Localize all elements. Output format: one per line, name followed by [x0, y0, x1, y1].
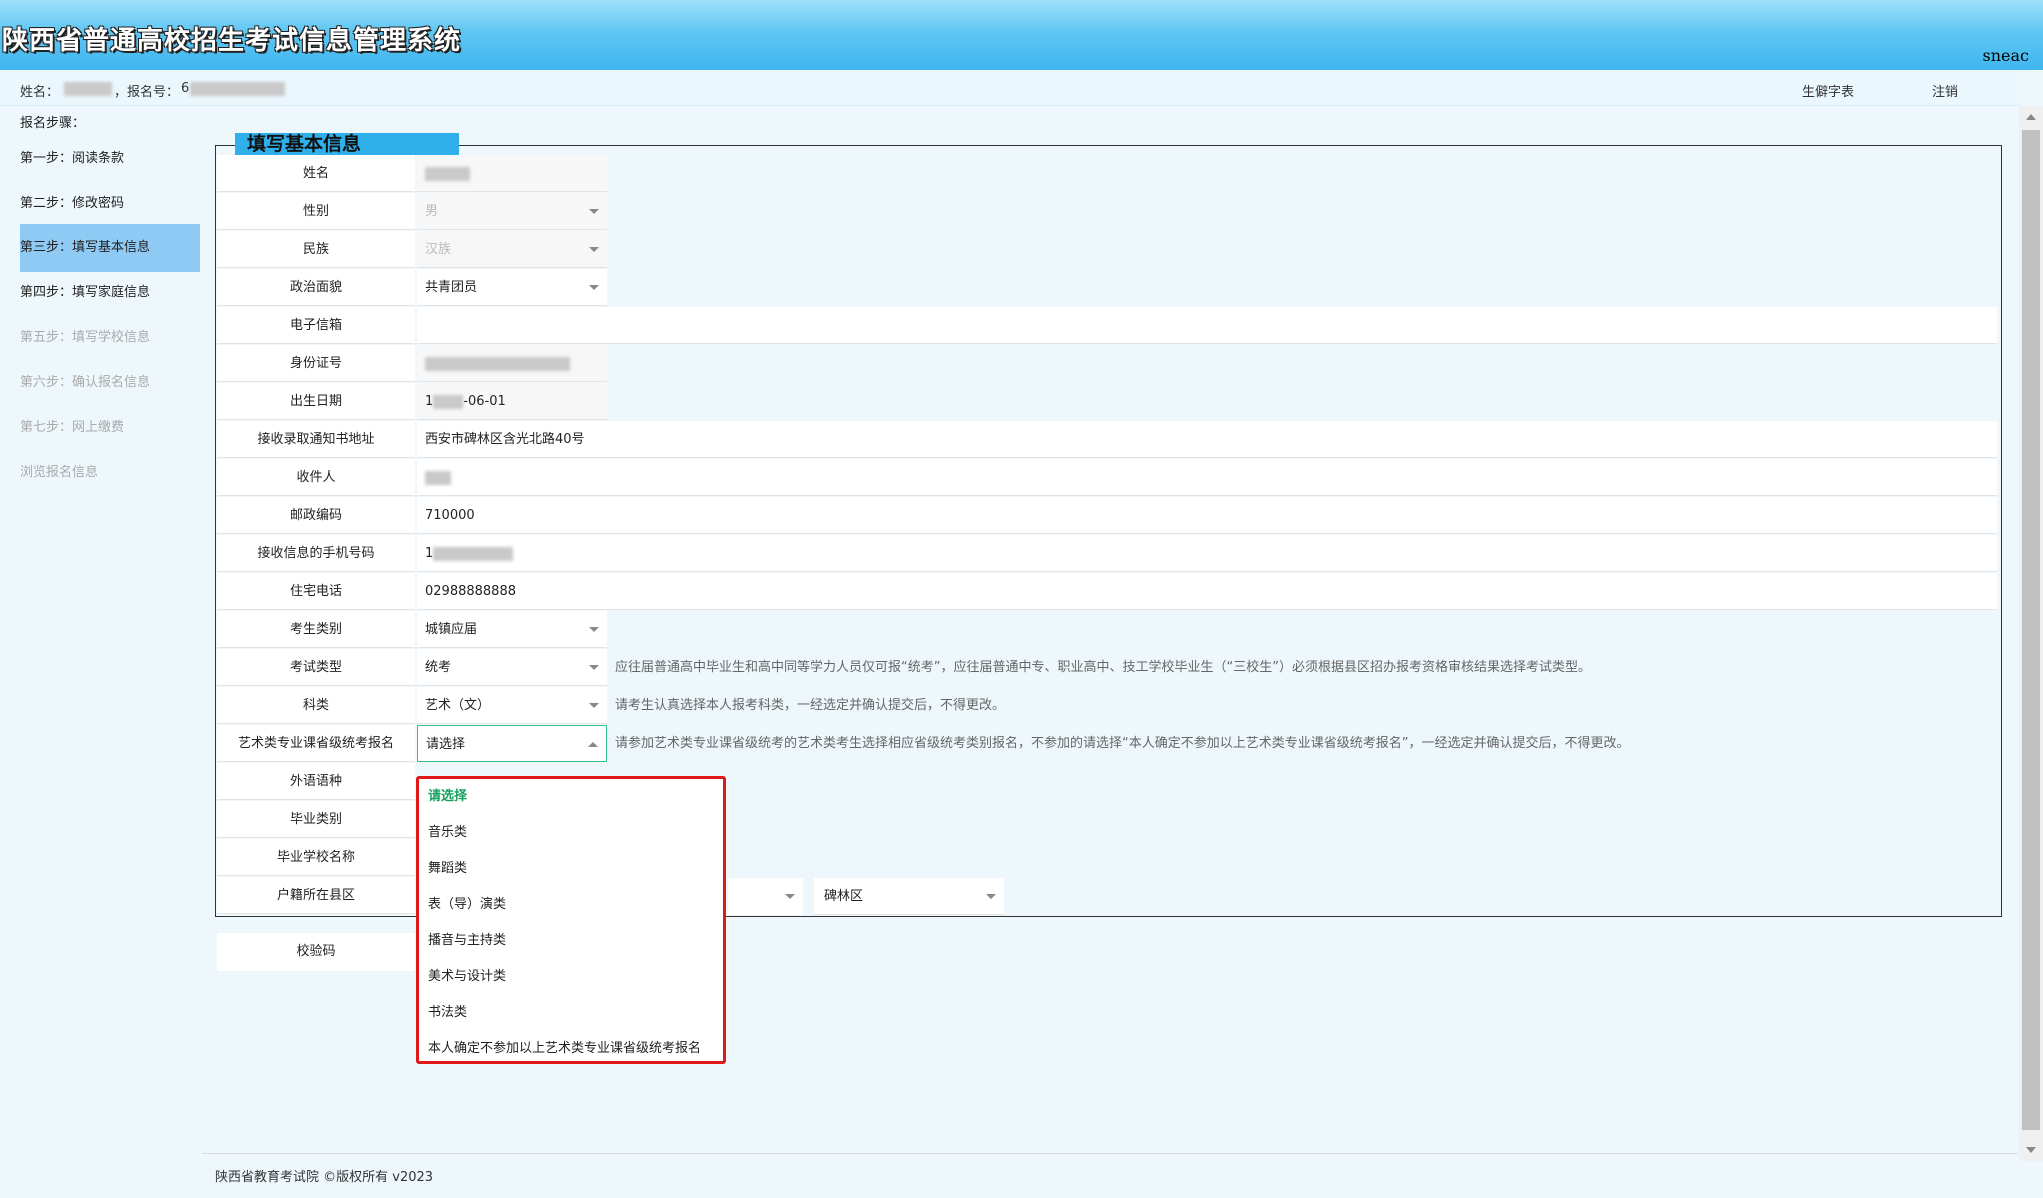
reg-number-prefix: 6 [181, 81, 190, 96]
label-language: 外语语种 [217, 763, 415, 800]
name-field [417, 155, 607, 192]
chevron-down-icon [589, 665, 599, 670]
rare-char-table-link[interactable]: 生僻字表 [1802, 81, 1854, 100]
section-title: 填写基本信息 [235, 133, 459, 155]
chevron-down-icon [589, 247, 599, 252]
dropdown-option-not-participate[interactable]: 本人确定不参加以上艺术类专业课省级统考报名 [419, 1031, 723, 1067]
dropdown-option-fine-art[interactable]: 美术与设计类 [419, 959, 723, 995]
chevron-down-icon [589, 703, 599, 708]
email-input[interactable] [417, 307, 1997, 344]
step-1-read-terms[interactable]: 第一步：阅读条款 [20, 135, 200, 183]
label-address: 接收录取通知书地址 [217, 421, 415, 458]
chevron-down-icon [589, 209, 599, 214]
household-county-select[interactable]: 碑林区 [814, 878, 1004, 915]
step-5-school-info: 第五步：填写学校信息 [20, 330, 151, 345]
label-name: 姓名 [217, 155, 415, 192]
chevron-down-icon [589, 627, 599, 632]
home-phone-input[interactable]: 02988888888 [417, 573, 1997, 610]
art-exam-dropdown-list: 请选择 音乐类 舞蹈类 表（导）演类 播音与主持类 美术与设计类 书法类 本人确… [416, 776, 726, 1064]
label-student-type: 考生类别 [217, 611, 415, 648]
household-city-select[interactable] [728, 878, 803, 915]
label-graduation: 毕业类别 [217, 801, 415, 838]
dropdown-option-calligraphy[interactable]: 书法类 [419, 995, 723, 1031]
ethnicity-select: 汉族 [417, 231, 607, 268]
address-input[interactable]: 西安市碑林区含光北路40号 [417, 421, 1997, 458]
scrollbar-thumb[interactable] [2022, 130, 2040, 1130]
system-title: 陕西省普通高校招生考试信息管理系统 [2, 26, 462, 56]
chevron-down-icon [589, 285, 599, 290]
art-exam-hint: 请参加艺术类专业课省级统考的艺术类考生选择相应省级统考类别报名，不参加的请选择“… [615, 736, 1630, 751]
step-2-change-password[interactable]: 第二步：修改密码 [20, 180, 200, 228]
subject-hint: 请考生认真选择本人报考科类，一经选定并确认提交后，不得更改。 [615, 698, 1006, 713]
postal-code-input[interactable]: 710000 [417, 497, 1997, 534]
user-info-bar: 姓名： ，报名号： 6 生僻字表 注销 [0, 70, 2020, 106]
chevron-down-icon [986, 894, 996, 899]
step-4-family-info[interactable]: 第四步：填写家庭信息 [20, 269, 200, 317]
footer-divider [202, 1153, 2018, 1154]
label-postal: 邮政编码 [217, 497, 415, 534]
label-household: 户籍所在县区 [217, 877, 415, 914]
reg-number-label: ，报名号： [114, 85, 180, 100]
header-banner: 陕西省普通高校招生考试信息管理系统 sneac [0, 0, 2043, 70]
political-select[interactable]: 共青团员 [417, 269, 607, 306]
recipient-input[interactable] [417, 459, 1997, 496]
logout-link[interactable]: 注销 [1932, 81, 1958, 100]
chevron-up-icon [588, 742, 598, 747]
label-birth: 出生日期 [217, 383, 415, 420]
label-school: 毕业学校名称 [217, 839, 415, 876]
label-id-number: 身份证号 [217, 345, 415, 382]
label-home-phone: 住宅电话 [217, 573, 415, 610]
dropdown-option-dance[interactable]: 舞蹈类 [419, 851, 723, 887]
footer-copyright: 陕西省教育考试院 ©版权所有 v2023 [215, 1170, 434, 1185]
scroll-down-icon[interactable] [2026, 1147, 2036, 1153]
gender-select: 男 [417, 193, 607, 230]
brand-logo-text: sneac [1982, 46, 2029, 65]
label-gender: 性别 [217, 193, 415, 230]
dropdown-option-broadcasting[interactable]: 播音与主持类 [419, 923, 723, 959]
label-art-exam: 艺术类专业课省级统考报名 [217, 725, 415, 762]
label-email: 电子信箱 [217, 307, 415, 344]
label-subject: 科类 [217, 687, 415, 724]
scroll-up-icon[interactable] [2026, 114, 2036, 120]
user-name-value [64, 81, 112, 96]
exam-type-select[interactable]: 统考 [417, 649, 607, 686]
dropdown-option-performance[interactable]: 表（导）演类 [419, 887, 723, 923]
reg-number-value [190, 81, 285, 96]
label-recipient: 收件人 [217, 459, 415, 496]
id-number-field [417, 345, 607, 382]
art-exam-select[interactable]: 请选择 [417, 725, 607, 762]
step-7-online-payment: 第七步：网上缴费 [20, 420, 125, 435]
label-verify-code: 校验码 [217, 933, 415, 971]
label-exam-type: 考试类型 [217, 649, 415, 686]
dropdown-option-placeholder[interactable]: 请选择 [419, 779, 723, 815]
birth-date-field: 1 -06-01 [417, 383, 607, 420]
label-political: 政治面貌 [217, 269, 415, 306]
label-ethnicity: 民族 [217, 231, 415, 268]
exam-type-hint: 应往届普通高中毕业生和高中同等学力人员仅可报“统考”，应往届普通中专、职业高中、… [615, 660, 1591, 675]
chevron-down-icon [785, 894, 795, 899]
dropdown-option-music[interactable]: 音乐类 [419, 815, 723, 851]
user-name-label: 姓名： [20, 85, 60, 100]
vertical-scrollbar[interactable] [2019, 106, 2043, 1161]
label-mobile: 接收信息的手机号码 [217, 535, 415, 572]
subject-select[interactable]: 艺术（文） [417, 687, 607, 724]
steps-title: 报名步骤： [20, 116, 86, 131]
step-browse-info: 浏览报名信息 [20, 465, 99, 480]
student-type-select[interactable]: 城镇应届 [417, 611, 607, 648]
mobile-input[interactable]: 1 [417, 535, 1997, 572]
step-6-confirm-info: 第六步：确认报名信息 [20, 375, 151, 390]
step-3-basic-info[interactable]: 第三步：填写基本信息 [20, 224, 200, 272]
